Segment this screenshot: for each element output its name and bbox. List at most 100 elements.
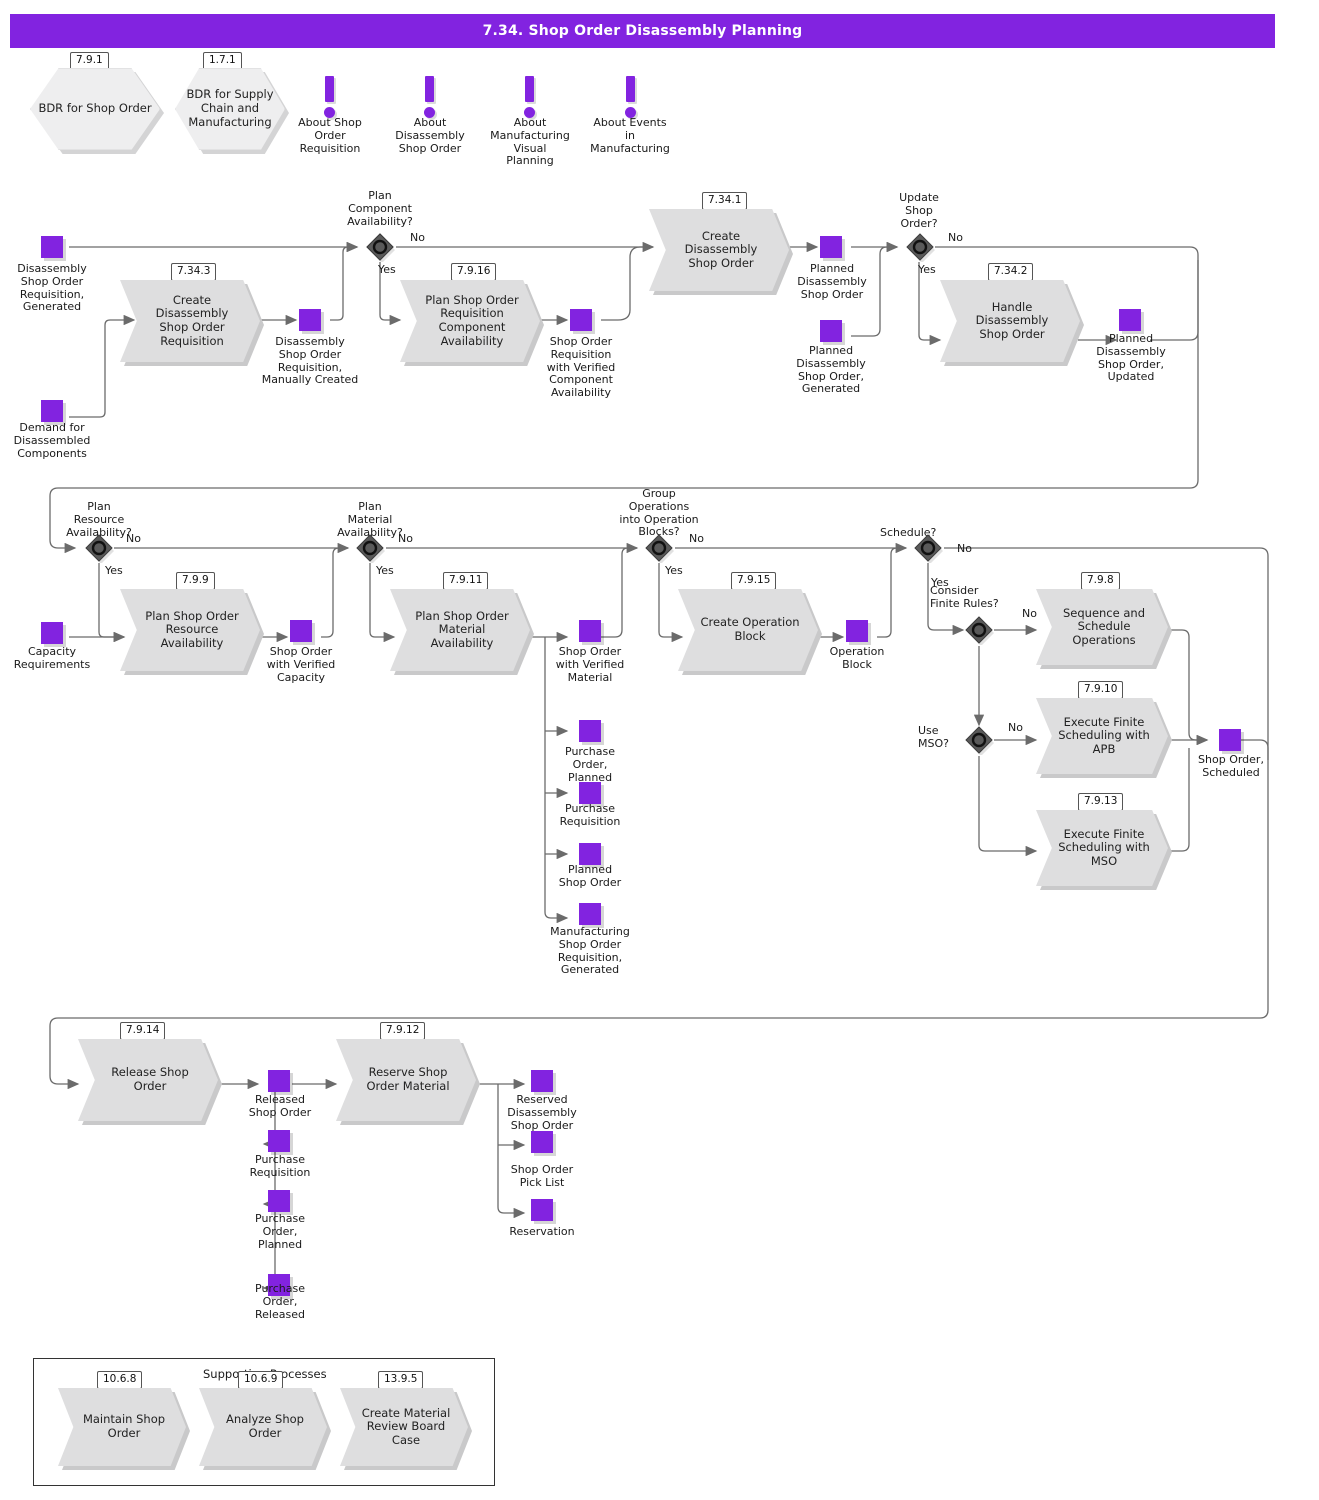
- process-plan-shop-order-resource-availability[interactable]: Plan Shop Order Resource Availability: [120, 589, 260, 671]
- decision-schedule[interactable]: [913, 533, 943, 563]
- data-object-capacity-requirements[interactable]: [41, 622, 63, 644]
- data-object-disassembly-so-req-generated[interactable]: [41, 236, 63, 258]
- edge-label-yes: Yes: [378, 263, 396, 276]
- process-plan-shop-order-material-availability[interactable]: Plan Shop Order Material Availability: [390, 589, 530, 671]
- data-object-purchase-requisition[interactable]: [268, 1130, 290, 1152]
- ref-code-1-7-1: 1.7.1: [203, 52, 242, 70]
- ref-code-7-9-16: 7.9.16: [451, 263, 497, 281]
- bdr-label: BDR for Supply Chain and Manufacturing: [186, 87, 274, 129]
- edge-label-no: No: [1008, 721, 1023, 734]
- ref-code-7-9-15: 7.9.15: [731, 572, 777, 590]
- process-maintain-shop-order[interactable]: Maintain Shop Order: [58, 1388, 186, 1466]
- object-label: Disassembly Shop Order Requisition, Manu…: [261, 335, 359, 387]
- process-label: Analyze Shop Order: [226, 1412, 304, 1440]
- process-label: Reserve Shop Order Material: [366, 1065, 450, 1093]
- process-plan-shop-order-requisition-component-availability[interactable]: Plan Shop Order Requisition Component Av…: [400, 280, 540, 362]
- edge-label-yes: Yes: [376, 564, 394, 577]
- data-object-reserved-disassembly-shop-order[interactable]: [531, 1070, 553, 1092]
- info-exclamation-icon: [524, 76, 535, 118]
- object-label: Manufacturing Shop Order Requisition, Ge…: [550, 925, 630, 977]
- data-object-disassembly-so-req-manually-created[interactable]: [299, 309, 321, 331]
- data-object-shop-order-scheduled[interactable]: [1219, 729, 1241, 751]
- ref-code-13-9-5: 13.9.5: [378, 1371, 424, 1389]
- decision-group-operations-into-operation-blocks[interactable]: [644, 533, 674, 563]
- object-label: Disassembly Shop Order Requisition, Gene…: [17, 262, 87, 314]
- info-exclamation-icon: [324, 76, 335, 118]
- process-label: Execute Finite Scheduling with APB: [1058, 714, 1150, 756]
- decision-question-consider-finite-rules: Consider Finite Rules?: [930, 584, 999, 610]
- about-disassembly-shop-order-label[interactable]: About Disassembly Shop Order: [380, 116, 480, 155]
- object-label: Planned Disassembly Shop Order, Generate…: [796, 344, 866, 396]
- process-label: Create Disassembly Shop Order Requisitio…: [155, 292, 229, 348]
- data-object-reservation[interactable]: [531, 1199, 553, 1221]
- object-label: Shop Order Pick List: [510, 1163, 574, 1189]
- process-label: Plan Shop Order Resource Availability: [145, 608, 239, 650]
- data-object-planned-disassembly-shop-order[interactable]: [820, 236, 842, 258]
- object-label: Purchase Requisition: [249, 1153, 311, 1179]
- data-object-planned-disassembly-shop-order-generated[interactable]: [820, 320, 842, 342]
- about-shop-order-requisition-label[interactable]: About Shop Order Requisition: [280, 116, 380, 155]
- data-object-planned-shop-order[interactable]: [579, 843, 601, 865]
- object-label: Planned Disassembly Shop Order: [797, 262, 867, 301]
- decision-use-mso[interactable]: [964, 725, 994, 755]
- data-object-demand-for-disassembled-components[interactable]: [41, 400, 63, 422]
- edge-label-no: No: [957, 542, 972, 555]
- object-label: Shop Order Requisition with Verified Com…: [546, 335, 616, 399]
- decision-question-use-mso: Use MSO?: [918, 724, 949, 750]
- data-object-operation-block[interactable]: [846, 620, 868, 642]
- process-label: Handle Disassembly Shop Order: [975, 299, 1049, 341]
- object-label: Purchase Order, Planned: [565, 745, 615, 784]
- decision-update-shop-order[interactable]: [905, 232, 935, 262]
- object-label: Capacity Requirements: [13, 645, 91, 671]
- edge-label-yes: Yes: [665, 564, 683, 577]
- object-label: Reserved Disassembly Shop Order: [507, 1093, 577, 1132]
- decision-question-plan-component-availability: Plan Component Availability?: [347, 189, 413, 228]
- decision-plan-resource-availability[interactable]: [84, 533, 114, 563]
- data-object-purchase-order-planned[interactable]: [268, 1190, 290, 1212]
- ref-code-7-9-9: 7.9.9: [176, 572, 215, 590]
- data-object-shop-order-pick-list[interactable]: [531, 1131, 553, 1153]
- process-reserve-shop-order-material[interactable]: Reserve Shop Order Material: [336, 1039, 476, 1121]
- process-create-material-review-board-case[interactable]: Create Material Review Board Case: [340, 1388, 468, 1466]
- about-events-in-manufacturing-label[interactable]: About Events in Manufacturing: [574, 116, 686, 155]
- ref-code-7-34-2: 7.34.2: [988, 263, 1034, 281]
- decision-plan-component-availability[interactable]: [365, 232, 395, 262]
- process-handle-disassembly-shop-order[interactable]: Handle Disassembly Shop Order: [940, 280, 1080, 362]
- process-label: Create Operation Block: [700, 615, 800, 643]
- data-object-planned-disassembly-shop-order-updated[interactable]: [1119, 309, 1141, 331]
- process-label: Release Shop Order: [111, 1065, 189, 1093]
- data-object-released-shop-order[interactable]: [268, 1070, 290, 1092]
- process-create-operation-block[interactable]: Create Operation Block: [678, 589, 818, 671]
- info-exclamation-icon: [625, 76, 636, 118]
- data-object-purchase-order-planned[interactable]: [579, 720, 601, 742]
- process-release-shop-order[interactable]: Release Shop Order: [78, 1039, 218, 1121]
- page-title: 7.34. Shop Order Disassembly Planning: [10, 14, 1275, 48]
- edge-label-no: No: [398, 532, 413, 545]
- process-label: Sequence and Schedule Operations: [1062, 605, 1146, 647]
- process-create-disassembly-shop-order-requisition[interactable]: Create Disassembly Shop Order Requisitio…: [120, 280, 260, 362]
- object-label: Shop Order with Verified Material: [555, 645, 625, 684]
- data-object-manufacturing-so-req-generated[interactable]: [579, 903, 601, 925]
- object-label: Reservation: [509, 1225, 575, 1238]
- decision-consider-finite-rules[interactable]: [964, 615, 994, 645]
- ref-code-7-9-12: 7.9.12: [380, 1022, 426, 1040]
- ref-code-7-9-11: 7.9.11: [443, 572, 489, 590]
- process-analyze-shop-order[interactable]: Analyze Shop Order: [199, 1388, 327, 1466]
- data-object-shop-order-verified-capacity[interactable]: [290, 620, 312, 642]
- object-label: Shop Order with Verified Capacity: [266, 645, 336, 684]
- decision-question-update-shop-order: Update Shop Order?: [899, 191, 939, 230]
- data-object-purchase-requisition[interactable]: [579, 782, 601, 804]
- decision-plan-material-availability[interactable]: [355, 533, 385, 563]
- process-execute-finite-scheduling-with-mso[interactable]: Execute Finite Scheduling with MSO: [1036, 810, 1168, 886]
- info-exclamation-icon: [424, 76, 435, 118]
- process-label: Create Material Review Board Case: [361, 1405, 451, 1447]
- process-sequence-and-schedule-operations[interactable]: Sequence and Schedule Operations: [1036, 589, 1168, 665]
- data-object-shop-order-verified-material[interactable]: [579, 620, 601, 642]
- process-label: Execute Finite Scheduling with MSO: [1058, 826, 1150, 868]
- ref-code-7-34-1: 7.34.1: [702, 192, 748, 210]
- about-manufacturing-visual-planning-label[interactable]: About Manufacturing Visual Planning: [475, 116, 585, 168]
- process-execute-finite-scheduling-with-apb[interactable]: Execute Finite Scheduling with APB: [1036, 698, 1168, 774]
- data-object-so-req-verified-component-availability[interactable]: [570, 309, 592, 331]
- process-create-disassembly-shop-order[interactable]: Create Disassembly Shop Order: [649, 209, 789, 291]
- edge-label-yes: Yes: [105, 564, 123, 577]
